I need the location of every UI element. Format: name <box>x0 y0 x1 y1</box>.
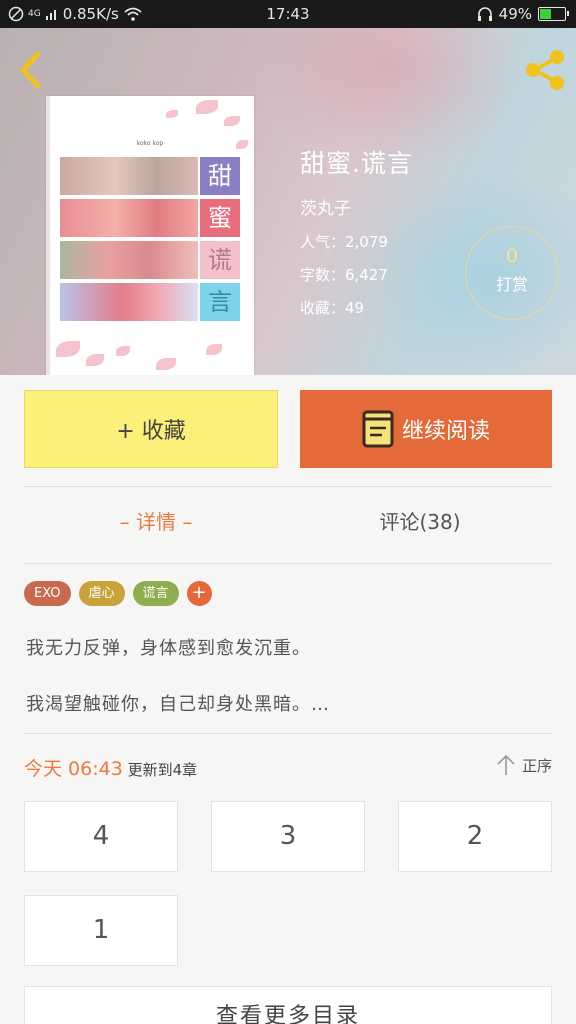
cover-petal <box>224 116 240 126</box>
share-button[interactable] <box>522 48 568 92</box>
sort-button[interactable]: 正序 <box>496 754 552 776</box>
tip-count: 0 <box>505 245 519 267</box>
cover-spine <box>46 96 50 375</box>
view-catalog-button[interactable]: 查看更多目录 <box>24 986 552 1024</box>
description-line: 我无力反弹，身体感到愈发沉重。 <box>26 638 311 659</box>
cover-petal <box>86 354 104 366</box>
update-info: 今天 06:43 更新到4章 <box>24 754 197 781</box>
word-count-stat: 字数：6,427 <box>300 266 388 284</box>
book-header: koko kop 甜 蜜 谎 言 甜蜜.谎言 茨丸子 人气：2,079 字数：6… <box>0 28 576 375</box>
cover-glyph: 蜜 <box>200 199 240 237</box>
update-time: 今天 06:43 <box>24 758 123 780</box>
cover-petal <box>206 344 222 355</box>
tag-chip[interactable]: 虐心 <box>78 581 125 606</box>
add-tag-button[interactable]: + <box>186 581 212 606</box>
tip-label: 打赏 <box>495 275 528 294</box>
continue-reading-button[interactable]: 继续阅读 <box>300 390 552 468</box>
chevron-left-icon <box>20 51 41 89</box>
headphones-icon <box>477 7 492 21</box>
update-text: 更新到4章 <box>127 761 198 779</box>
book-author[interactable]: 茨丸子 <box>300 194 413 219</box>
collect-button[interactable]: + 收藏 <box>24 390 278 468</box>
tab-details[interactable]: – 详情 – <box>24 506 288 535</box>
cover-petal <box>166 110 178 118</box>
chapter-button[interactable]: 2 <box>398 801 552 872</box>
tag-list: EXO 虐心 谎言 + <box>24 581 212 606</box>
description-line[interactable]: 我渴望触碰你，自己却身处黑暗。… <box>26 690 330 716</box>
popularity-stat: 人气：2,079 <box>300 233 388 251</box>
status-bar: 4G 0.85K/s 17:43 49% <box>0 0 576 28</box>
cover-glyph: 甜 <box>200 157 240 195</box>
chapter-button[interactable]: 4 <box>24 801 178 872</box>
tag-chip[interactable]: 谎言 <box>132 581 179 606</box>
cover-caption: koko kop <box>136 140 164 147</box>
divider <box>24 733 552 734</box>
cover-photo <box>60 157 198 195</box>
tag-chip[interactable]: EXO <box>24 581 71 606</box>
chapter-button[interactable]: 1 <box>24 895 178 966</box>
divider <box>24 486 552 487</box>
book-cover[interactable]: koko kop 甜 蜜 谎 言 <box>46 96 254 375</box>
collect-label: + 收藏 <box>116 419 186 444</box>
favorites-stat: 收藏：49 <box>300 299 365 317</box>
chapter-button[interactable]: 3 <box>211 801 365 872</box>
cover-petal <box>56 341 80 357</box>
cover-photo <box>60 199 198 237</box>
cover-petal <box>116 346 130 356</box>
cover-petal <box>196 100 218 114</box>
arrow-up-icon <box>497 754 515 775</box>
battery-percent: 49% <box>498 5 532 23</box>
book-info: 甜蜜.谎言 茨丸子 人气：2,079 字数：6,427 收藏：49 <box>300 144 413 318</box>
cover-petal <box>156 358 176 370</box>
cover-photo <box>60 283 198 321</box>
cover-glyph: 言 <box>200 283 240 321</box>
cover-photo <box>60 241 198 279</box>
back-button[interactable] <box>14 50 50 90</box>
sort-label: 正序 <box>521 756 552 775</box>
tab-comments[interactable]: 评论(38) <box>288 506 552 535</box>
tip-button[interactable]: 0 打赏 <box>465 226 559 320</box>
share-icon <box>526 50 564 90</box>
book-icon <box>362 410 394 448</box>
book-title: 甜蜜.谎言 <box>300 149 413 178</box>
battery-icon <box>538 7 569 21</box>
cover-glyph: 谎 <box>200 241 240 279</box>
continue-reading-label: 继续阅读 <box>401 419 490 444</box>
divider <box>24 563 552 564</box>
